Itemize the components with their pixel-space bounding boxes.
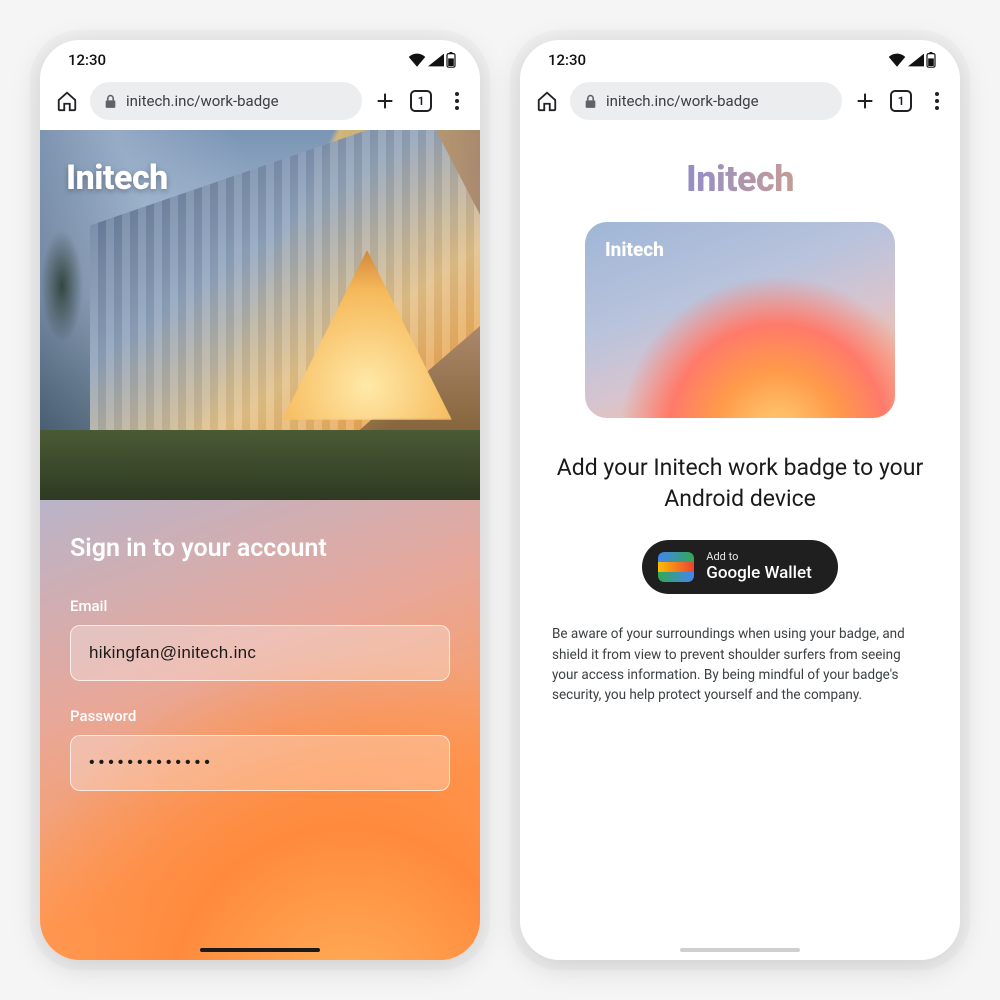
headline: Add your Initech work badge to your Andr… — [554, 452, 926, 514]
disclaimer-text: Be aware of your surroundings when using… — [548, 624, 932, 705]
browser-toolbar: initech.inc/work-badge 1 — [40, 74, 480, 130]
new-tab-icon[interactable] — [372, 88, 398, 114]
signal-icon — [428, 53, 444, 67]
tab-count: 1 — [410, 90, 432, 112]
page-content: Initech Initech Add your Initech work ba… — [520, 130, 960, 960]
add-to-wallet-button[interactable]: Add to Google Wallet — [642, 540, 837, 594]
wallet-line2: Google Wallet — [706, 564, 811, 584]
new-tab-icon[interactable] — [852, 88, 878, 114]
status-bar: 12:30 — [520, 40, 960, 74]
badge-card: Initech — [585, 222, 895, 418]
more-menu-icon[interactable] — [444, 88, 470, 114]
battery-icon — [926, 52, 936, 68]
tab-count: 1 — [890, 90, 912, 112]
home-indicator[interactable] — [680, 948, 800, 952]
url-text: initech.inc/work-badge — [126, 92, 279, 110]
password-field[interactable] — [70, 735, 450, 791]
page-content: Initech Sign in to your account Email Pa… — [40, 130, 480, 960]
email-field[interactable] — [70, 625, 450, 681]
wifi-icon — [888, 53, 906, 67]
phone-badge: 12:30 initech.inc/work-badge 1 Initech — [520, 40, 960, 960]
home-indicator[interactable] — [200, 948, 320, 952]
address-bar[interactable]: initech.inc/work-badge — [570, 82, 842, 120]
tabs-button[interactable]: 1 — [888, 88, 914, 114]
wallet-line1: Add to — [706, 551, 811, 564]
lock-icon — [584, 94, 598, 109]
card-brand: Initech — [605, 238, 664, 261]
browser-toolbar: initech.inc/work-badge 1 — [520, 74, 960, 130]
signal-icon — [908, 53, 924, 67]
password-label: Password — [70, 707, 450, 725]
form-title: Sign in to your account — [70, 534, 450, 563]
status-bar: 12:30 — [40, 40, 480, 74]
home-icon[interactable] — [534, 88, 560, 114]
home-icon[interactable] — [54, 88, 80, 114]
more-menu-icon[interactable] — [924, 88, 950, 114]
google-wallet-icon — [658, 552, 694, 582]
address-bar[interactable]: initech.inc/work-badge — [90, 82, 362, 120]
signin-form: Sign in to your account Email Password — [40, 500, 480, 960]
brand-logo: Initech — [548, 158, 932, 200]
lock-icon — [104, 94, 118, 109]
wifi-icon — [408, 53, 426, 67]
phone-signin: 12:30 initech.inc/work-badge 1 — [40, 40, 480, 960]
clock: 12:30 — [548, 51, 586, 69]
email-label: Email — [70, 597, 450, 615]
url-text: initech.inc/work-badge — [606, 92, 759, 110]
battery-icon — [446, 52, 456, 68]
hero-image: Initech — [40, 130, 480, 500]
clock: 12:30 — [68, 51, 106, 69]
tabs-button[interactable]: 1 — [408, 88, 434, 114]
brand-logo: Initech — [66, 158, 168, 198]
